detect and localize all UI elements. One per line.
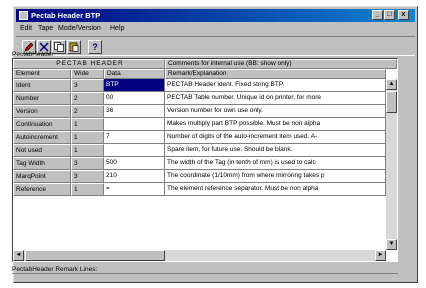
cell-data[interactable] xyxy=(104,118,165,131)
cell-remark: The element reference separator. Must be… xyxy=(165,183,386,196)
cell-remark: Makes multiply part BTP possible. Must b… xyxy=(165,118,386,131)
remark-lines-box[interactable] xyxy=(12,273,398,276)
table-row[interactable]: Continuation 1 Makes multiply part BTP pos… xyxy=(13,118,397,131)
col-header-wide[interactable]: Wide xyxy=(71,69,104,79)
cell-remark: The width of the Tag (in tenth of mm) is… xyxy=(165,157,386,170)
cell-element: Tag Width xyxy=(13,157,71,170)
cell-element: Number xyxy=(13,92,71,105)
cell-wide: 2 xyxy=(71,105,104,118)
group-note: Comments for internal use (BB: show only… xyxy=(165,59,397,69)
table-row[interactable]: Number 2 00 PECTAB Table number. Unique id … xyxy=(13,92,397,105)
horizontal-scrollbar[interactable]: ◄ ► xyxy=(13,250,386,261)
help-icon[interactable]: ? xyxy=(88,40,102,54)
horizontal-scroll-thumb[interactable] xyxy=(25,250,165,261)
remark-lines-label: PectabHeader Remark Lines: xyxy=(12,266,98,273)
cell-element: Autoincrement xyxy=(13,131,71,144)
cell-wide: 3 xyxy=(71,170,104,183)
col-header-data[interactable]: Data xyxy=(104,69,165,79)
cell-data[interactable]: 210 xyxy=(104,170,165,183)
close-button[interactable]: x xyxy=(398,10,409,20)
menu-mode-version[interactable]: Mode/Version xyxy=(58,25,101,32)
cell-wide: 1 xyxy=(71,131,104,144)
scroll-down-button[interactable]: ▼ xyxy=(386,239,397,250)
cell-element: Reference xyxy=(13,183,71,196)
table-row[interactable]: MarqPoint 3 210 The coordinate (1/10mm) fro… xyxy=(13,170,397,183)
table-row[interactable]: Version 2 36 Version number for own use onl… xyxy=(13,105,397,118)
toolbar: ? xyxy=(16,36,415,56)
title-bar: Pectab Header BTP _ □ x xyxy=(16,9,415,22)
table-row[interactable]: Not used 1 Spare item, for future use. Sho… xyxy=(13,144,397,157)
cell-data[interactable] xyxy=(104,144,165,157)
cell-element: Not used xyxy=(13,144,71,157)
cell-wide: 3 xyxy=(71,79,104,92)
pectab-header-label: PectabHeader xyxy=(12,51,54,58)
col-header-element[interactable]: Element xyxy=(13,69,71,79)
copy-icon[interactable] xyxy=(52,40,66,54)
cell-data[interactable]: BTP xyxy=(104,79,165,92)
minimize-button[interactable]: _ xyxy=(372,10,383,20)
vertical-scroll-thumb[interactable] xyxy=(386,91,397,113)
group-header: PECTAB HEADER xyxy=(13,59,165,69)
pectab-header-grid: PECTAB HEADER Comments for internal use … xyxy=(12,58,398,262)
cell-wide: 1 xyxy=(71,183,104,196)
cell-remark: Version number for own use only. xyxy=(165,105,386,118)
cell-data[interactable]: 00 xyxy=(104,92,165,105)
cell-element: Ident xyxy=(13,79,71,92)
scroll-left-button[interactable]: ◄ xyxy=(13,250,24,261)
vertical-scrollbar[interactable]: ▲ ▼ xyxy=(386,79,397,250)
table-row[interactable]: Tag Width 3 500 The width of the Tag (in te… xyxy=(13,157,397,170)
col-header-remark[interactable]: Remark/Explanation xyxy=(165,69,386,79)
cell-data[interactable]: 500 xyxy=(104,157,165,170)
app-icon xyxy=(19,11,28,20)
cell-element: Continuation xyxy=(13,118,71,131)
cell-remark: The coordinate (1/10mm) from where mirro… xyxy=(165,170,386,183)
table-row[interactable]: Reference 1 = The element reference separat… xyxy=(13,183,397,196)
cell-wide: 1 xyxy=(71,118,104,131)
cell-wide: 2 xyxy=(71,92,104,105)
cell-remark: Number of digits of the auto-increment i… xyxy=(165,131,386,144)
scroll-right-button[interactable]: ► xyxy=(375,250,386,261)
window-title: Pectab Header BTP xyxy=(31,11,101,20)
menu-tape[interactable]: Tape xyxy=(38,25,53,32)
menu-bar: Edit Tape Mode/Version Help xyxy=(16,24,415,35)
cell-wide: 3 xyxy=(71,157,104,170)
cell-remark: PECTAB Header ident. Fixed string BTP. xyxy=(165,79,386,92)
cell-wide: 1 xyxy=(71,144,104,157)
cell-element: Version xyxy=(13,105,71,118)
menu-edit[interactable]: Edit xyxy=(20,25,32,32)
maximize-button[interactable]: □ xyxy=(384,10,395,20)
cell-data[interactable]: = xyxy=(104,183,165,196)
cell-remark: PECTAB Table number. Unique id on printe… xyxy=(165,92,386,105)
cell-element: MarqPoint xyxy=(13,170,71,183)
table-row[interactable]: Autoincrement 1 7 Number of digits of the a… xyxy=(13,131,397,144)
paste-icon[interactable] xyxy=(67,40,81,54)
menu-help[interactable]: Help xyxy=(110,25,124,32)
scroll-up-button[interactable]: ▲ xyxy=(386,79,397,90)
cell-data[interactable]: 7 xyxy=(104,131,165,144)
cell-data[interactable]: 36 xyxy=(104,105,165,118)
cell-remark: Spare item, for future use. Should be bl… xyxy=(165,144,386,157)
table-row[interactable]: Ident 3 BTP PECTAB Header ident. Fixed stri… xyxy=(13,79,397,92)
